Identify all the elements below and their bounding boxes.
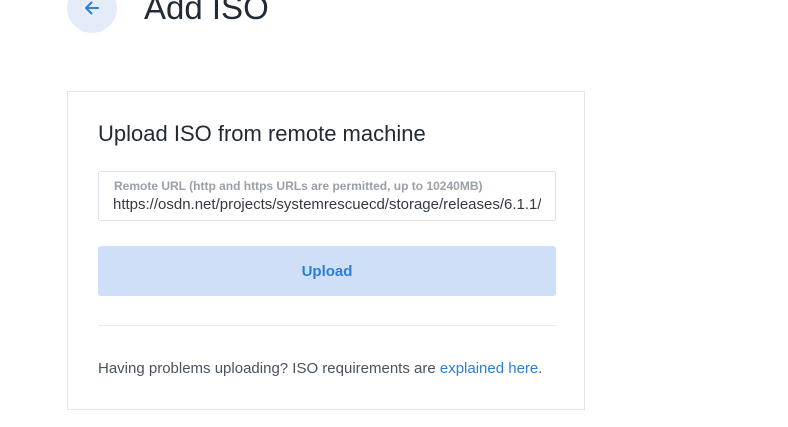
- help-text: Having problems uploading? ISO requireme…: [98, 360, 542, 378]
- back-button[interactable]: [67, 0, 117, 33]
- page-title: Add ISO: [144, 0, 269, 26]
- help-text-body: Having problems uploading? ISO requireme…: [98, 360, 440, 377]
- remote-url-label: Remote URL (http and https URLs are perm…: [114, 179, 483, 193]
- divider: [98, 325, 556, 326]
- arrow-left-icon: [82, 0, 102, 18]
- explained-here-link[interactable]: explained here: [440, 360, 538, 377]
- card-title: Upload ISO from remote machine: [98, 121, 426, 146]
- upload-button[interactable]: Upload: [98, 246, 556, 296]
- remote-url-field[interactable]: Remote URL (http and https URLs are perm…: [98, 171, 556, 221]
- remote-url-input[interactable]: [113, 194, 541, 214]
- help-text-suffix: .: [538, 360, 543, 377]
- upload-card: Upload ISO from remote machine Remote UR…: [67, 91, 585, 410]
